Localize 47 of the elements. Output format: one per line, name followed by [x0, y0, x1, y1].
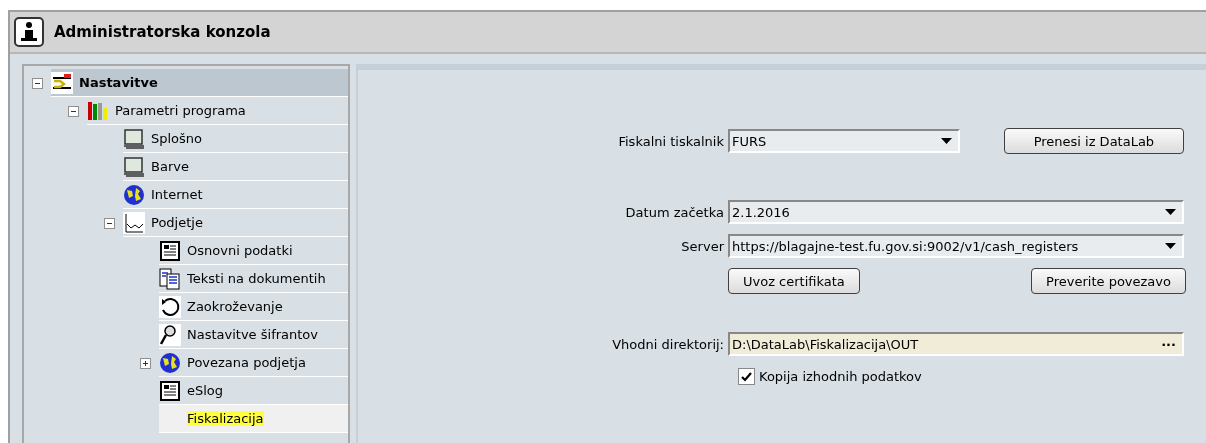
globe-icon — [123, 183, 145, 206]
collapse-toggle[interactable] — [68, 105, 79, 117]
checkbox[interactable] — [738, 368, 755, 385]
tree-item[interactable]: Barve — [123, 153, 348, 181]
tree-item[interactable]: Parametri programa — [87, 97, 348, 125]
dropdown-caret-icon — [1165, 209, 1176, 215]
tree-item[interactable]: Splošno — [123, 125, 348, 153]
tools-icon — [51, 71, 73, 94]
checkmark-icon — [741, 371, 752, 382]
tree-item[interactable]: Osnovni podatki — [159, 237, 348, 265]
directory-field[interactable]: D:\DataLab\Fiskalizacija\OUT ··· — [728, 332, 1184, 356]
document-icon — [159, 379, 181, 402]
tree-item[interactable]: Povezana podjetja — [159, 349, 348, 377]
tree-item[interactable]: Fiskalizacija — [159, 405, 348, 433]
line-chart-icon — [123, 211, 145, 234]
document-icon — [159, 239, 181, 262]
tree-item[interactable]: Nastavitve — [51, 69, 348, 97]
tree-item[interactable]: Podjetje — [123, 209, 348, 237]
window-title: Administratorska konzola — [54, 23, 271, 41]
collapse-toggle[interactable] — [104, 217, 115, 229]
collapse-toggle[interactable] — [32, 77, 43, 89]
field-label: Server — [680, 238, 724, 254]
field-label: Datum začetka — [624, 204, 724, 220]
rotate-icon — [159, 295, 181, 318]
documents-icon — [159, 267, 181, 290]
printer-dropdown[interactable]: FURS — [728, 129, 960, 153]
monitor-icon — [123, 155, 145, 178]
magnifier-icon — [159, 323, 181, 346]
person-icon — [14, 17, 44, 47]
globe-icon — [159, 351, 181, 374]
dropdown-caret-icon — [1165, 243, 1176, 249]
date-dropdown[interactable]: 2.1.2016 — [728, 200, 1184, 224]
books-icon — [87, 99, 109, 122]
dropdown-caret-icon — [941, 138, 952, 144]
tree-item[interactable]: Nastavitve šifrantov — [159, 321, 348, 349]
tree-item[interactable]: Zaokroževanje — [159, 293, 348, 321]
import-certificate-button[interactable]: Uvoz certifikata — [728, 268, 860, 294]
field-label: Fiskalni tiskalnik — [617, 133, 724, 149]
field-label: Vhodni direktorij: — [611, 336, 724, 352]
transfer-button[interactable]: Prenesi iz DataLab — [1003, 128, 1184, 154]
tree-item[interactable]: Teksti na dokumentih — [159, 265, 348, 293]
expand-toggle[interactable] — [140, 357, 151, 369]
server-dropdown[interactable]: https://blagajne-test.fu.gov.si:9002/v1/cash_registers — [728, 234, 1184, 258]
check-connection-button[interactable]: Preverite povezavo — [1031, 268, 1186, 294]
monitor-icon — [123, 127, 145, 150]
checkbox-label: Kopija izhodnih podatkov — [759, 369, 922, 384]
tree-item[interactable]: Internet — [123, 181, 348, 209]
